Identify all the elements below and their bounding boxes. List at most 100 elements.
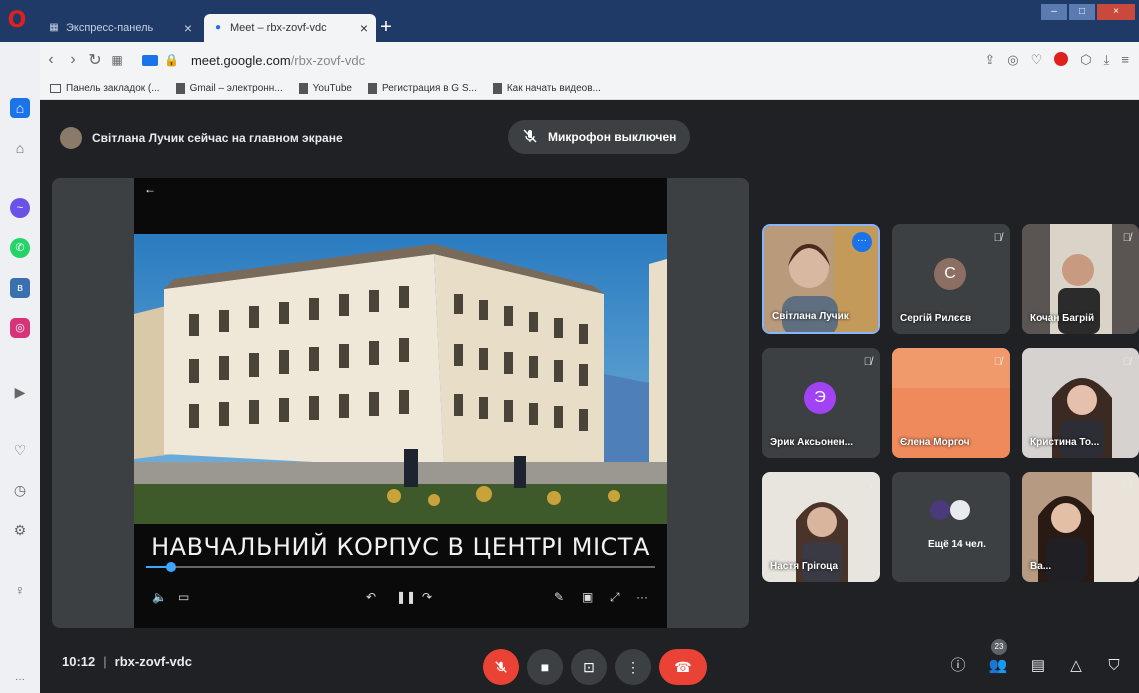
url-text[interactable]: meet.google.com/rbx-zovf-vdc [191,53,365,68]
maximize-icon[interactable]: □ [1069,4,1095,20]
meeting-details-button[interactable]: ⓘ [946,654,970,678]
back-icon[interactable]: ‹ [40,51,62,69]
whatsapp-icon[interactable]: ✆ [10,238,30,258]
pencil-icon[interactable]: ✎ [554,590,564,604]
player-icon[interactable]: ▶ [10,382,30,402]
bookmark-item[interactable]: Как начать видеов... [492,83,601,94]
new-tab-button[interactable]: + [376,16,396,40]
heart-icon[interactable]: ♡ [1031,52,1043,68]
shield-icon: ⛉ [1108,657,1120,674]
presenter-bar: Світлана Лучик сейчас на главном экране [60,127,343,149]
activities-button[interactable]: △ [1064,654,1088,678]
tab-label: Экспресс-панель [66,22,154,34]
page-icon [492,83,502,94]
leave-call-button[interactable]: ☎ [659,649,707,685]
bookmark-label: Регистрация в G S... [381,83,477,94]
mic-off-icon: 🎙̸ [1122,480,1131,492]
more-participants-label: Ещё 14 чел. [928,539,986,550]
tabs-grid-icon[interactable]: ▦ [106,53,128,67]
mic-off-icon: 🎙̸ [1122,356,1131,368]
participant-name: Эрик Аксьонен... [770,437,854,448]
participant-tile[interactable]: 🎙̸ Ва... [1022,472,1139,582]
present-button[interactable]: ⊡ [571,649,607,685]
rewind-icon[interactable]: ↶ [366,590,376,604]
chat-button[interactable]: ▤ [1026,654,1050,678]
video-progress-bar[interactable] [146,562,655,572]
activities-icon: △ [1070,657,1082,674]
download-icon[interactable]: ⤓ [1104,52,1110,68]
close-icon[interactable]: × [360,20,368,36]
more-options-icon[interactable]: ··· [852,232,872,252]
settings-icon[interactable]: ⚙ [10,520,30,540]
heart-icon[interactable]: ♡ [10,440,30,460]
meeting-code: rbx-zovf-vdc [114,654,192,669]
participants-button[interactable]: 👥 [986,654,1010,678]
page-icon [175,83,185,94]
subtitles-icon[interactable]: ▭ [178,590,189,604]
camera-icon: ■ [540,659,550,675]
fullscreen-icon[interactable]: ⤢ [610,590,620,605]
close-window-icon[interactable]: × [1097,4,1135,20]
participant-tile[interactable]: 🎙̸ Э Эрик Аксьонен... [762,348,880,458]
menu-icon[interactable]: ≡ [1121,52,1129,68]
tab-meet[interactable]: ● Meet – rbx-zovf-vdc × [204,14,376,42]
home-outline-icon[interactable]: ⌂ [10,138,30,158]
video-caption: НАВЧАЛЬНИЙ КОРПУС В ЦЕНТРІ МІСТА [151,533,650,561]
participant-tile[interactable]: 🎙̸ C Сергій Рилєєв [892,224,1010,334]
share-icon[interactable]: ⇪ [984,52,995,68]
lock-icon[interactable]: 🔒 [164,53,179,67]
video-progress-knob[interactable] [166,562,177,572]
mic-toggle-button[interactable] [483,649,519,685]
forward-icon[interactable]: › [62,51,84,69]
snapshot-icon[interactable]: ◎ [1007,52,1018,68]
participant-tile[interactable]: ··· Світлана Лучик [762,224,880,334]
participant-name: Настя Грігоца [770,561,839,572]
more-participants-tile[interactable]: Ещё 14 чел. [892,472,1010,582]
more-options-button[interactable]: ⋮ [615,649,651,685]
history-icon[interactable]: ◷ [10,480,30,500]
instagram-icon[interactable]: ◎ [10,318,30,338]
speed-dial-icon: ▦ [49,22,59,33]
avatar [60,127,82,149]
lightbulb-icon[interactable]: ♀ [10,580,30,600]
bookmark-item[interactable]: Регистрация в G S... [367,83,477,94]
avatar [950,500,970,520]
folder-icon [50,84,61,93]
mic-off-icon: 🎙̸ [1122,232,1131,244]
messenger-icon[interactable]: ~ [10,198,30,218]
presentation-tile[interactable]: ← НАВЧАЛЬНИЙ КОРПУС В ЦЕНТРІ МІСТА 🔈 ▭ ↶… [52,178,749,628]
participant-tile[interactable]: 🎙̸ Настя Грігоца [762,472,880,582]
host-controls-button[interactable]: ⛉ [1102,654,1126,678]
people-icon: 👥 [988,657,1008,674]
miniplayer-icon[interactable]: ▣ [582,590,593,604]
participants-count-badge: 23 [991,639,1007,655]
meet-tab-icon: ● [214,22,222,33]
bookmark-item[interactable]: YouTube [298,83,352,94]
pause-icon[interactable]: ❚❚ [396,590,416,604]
more-vertical-icon: ⋮ [626,659,640,675]
bookmark-item[interactable]: Панель закладок (... [50,83,160,94]
participant-tile[interactable]: 🎙̸ Єлена Моргоч [892,348,1010,458]
home-icon[interactable]: ⌂ [10,98,30,118]
participant-tile[interactable]: 🎙̸ Кочан Багрій [1022,224,1139,334]
opera-logo-icon[interactable]: O [6,10,28,32]
close-icon[interactable]: × [184,20,192,36]
camera-indicator-icon[interactable] [142,54,158,66]
video-player[interactable]: ← НАВЧАЛЬНИЙ КОРПУС В ЦЕНТРІ МІСТА 🔈 ▭ ↶… [134,178,667,628]
camera-toggle-button[interactable]: ■ [527,649,563,685]
bookmark-item[interactable]: Gmail – электронн... [175,83,283,94]
reload-icon[interactable]: ↻ [84,50,106,70]
forward-icon[interactable]: ↷ [422,590,432,604]
extensions-icon[interactable]: ⬡ [1080,52,1091,68]
minimize-icon[interactable]: – [1041,4,1067,20]
back-arrow-icon[interactable]: ← [144,182,156,196]
vk-icon[interactable]: в [10,278,30,298]
tab-speed-dial[interactable]: ▦ Экспресс-панель × [40,14,200,42]
participant-tile[interactable]: 🎙̸ Кристина То... [1022,348,1139,458]
video-more-icon[interactable]: ··· [636,590,648,604]
volume-icon[interactable]: 🔈 [152,590,167,604]
more-icon[interactable]: ··· [10,670,30,690]
avatar: C [934,258,966,290]
participant-name: Кочан Багрій [1030,313,1095,324]
adblock-icon[interactable] [1054,52,1069,66]
